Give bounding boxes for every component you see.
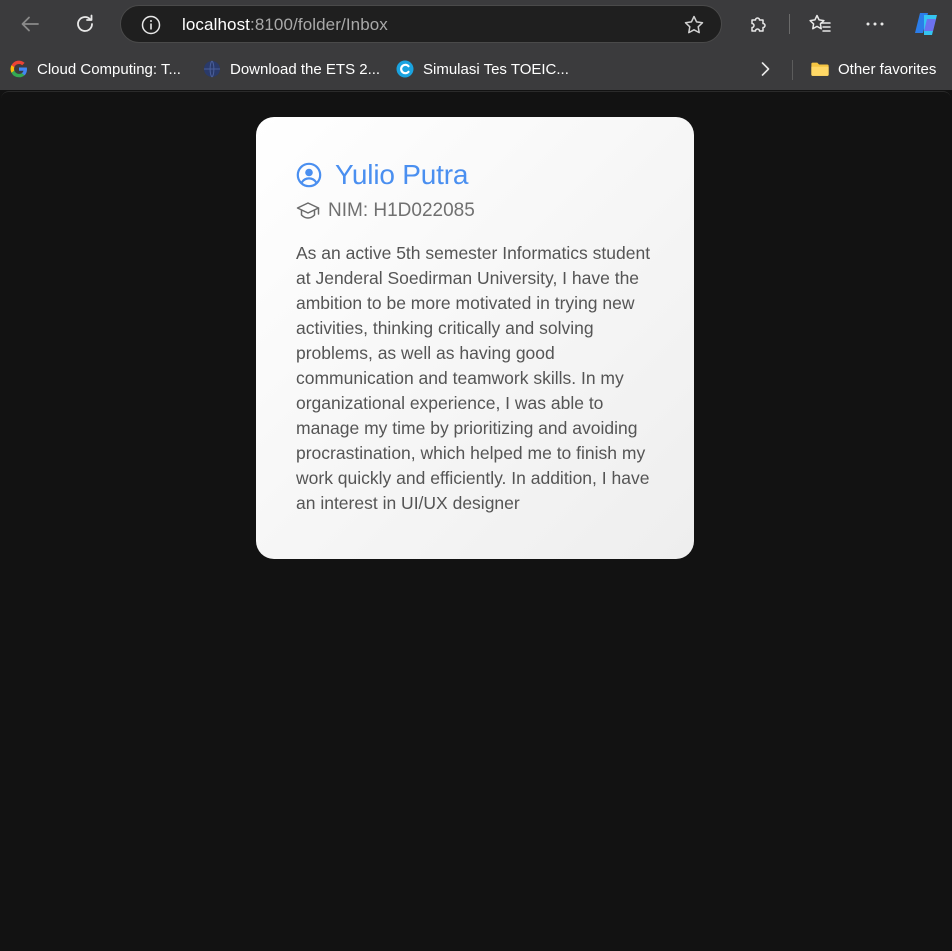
more-dots-icon [866,22,884,26]
copilot-icon [915,13,937,35]
student-id: NIM: H1D022085 [328,200,475,221]
extensions-button[interactable] [743,8,775,40]
profile-name: Yulio Putra [335,159,469,190]
bookmarks-overflow-button[interactable] [755,58,775,80]
browser-window: localhost:8100/folder/Inbox Cloud Comput… [0,0,952,951]
star-icon[interactable] [683,14,705,36]
bookmarks-divider [792,60,793,80]
folder-icon [810,59,830,79]
profile-description: As an active 5th semester Informatics st… [296,243,651,513]
back-button[interactable] [14,8,46,40]
reload-button[interactable] [69,8,101,40]
info-icon[interactable] [141,15,161,35]
bookmark-download-ets[interactable]: Download the ETS 2... [202,58,380,80]
graduation-cap-icon [296,199,320,223]
url-text[interactable]: localhost:8100/folder/Inbox [182,15,388,35]
chevron-right-icon [761,62,770,76]
toolbar-divider [789,14,790,34]
url-path: :8100/folder/Inbox [250,15,388,34]
google-icon [9,59,29,79]
favorites-button[interactable] [804,8,836,40]
bookmark-label: Cloud Computing: T... [37,60,181,78]
copilot-button[interactable] [910,8,942,40]
bookmark-simulasi-toeic[interactable]: Simulasi Tes TOEIC... [395,58,569,80]
page-content: Yulio Putra NIM: H1D022085 As an active … [1,91,951,951]
favorites-star-list-icon [809,14,831,32]
site-c-icon [395,59,415,79]
card-subtitle: NIM: H1D022085 [296,197,654,225]
url-host: localhost [182,15,250,34]
bookmarks-bar: Cloud Computing: T... Download the ETS 2… [0,48,952,90]
bookmark-label: Download the ETS 2... [230,60,381,78]
person-circle-icon [296,162,322,188]
address-bar[interactable]: localhost:8100/folder/Inbox [120,5,722,43]
other-favorites-folder[interactable]: Other favorites [810,58,936,80]
bookmark-cloud-computing[interactable]: Cloud Computing: T... [9,58,181,80]
card-title: Yulio Putra [296,157,654,193]
browser-toolbar: localhost:8100/folder/Inbox [0,0,952,48]
profile-card: Yulio Putra NIM: H1D022085 As an active … [256,117,694,559]
other-favorites-label: Other favorites [838,60,937,78]
reload-icon [77,14,93,32]
globe-icon [202,59,222,79]
bookmark-label: Simulasi Tes TOEIC... [423,60,569,78]
arrow-left-icon [21,16,39,32]
puzzle-icon [751,17,766,32]
more-button[interactable] [859,8,891,40]
